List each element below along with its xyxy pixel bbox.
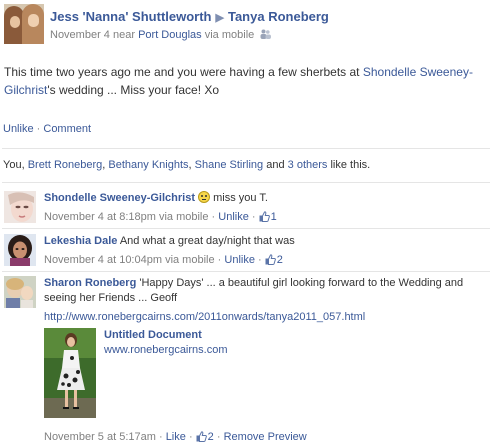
comment-author-link[interactable]: Shondelle Sweeney-Gilchrist: [44, 192, 195, 204]
post-message: This time two years ago me and you were …: [4, 63, 474, 99]
commenter-avatar[interactable]: [4, 276, 36, 308]
separator-dot: ·: [36, 123, 41, 135]
thumbs-up-icon: [265, 254, 276, 265]
comment-timestamp: November 4 at 8:18pm via mobile: [44, 211, 209, 223]
post-text-before: This time two years ago me and you were …: [4, 65, 363, 79]
divider: [2, 182, 490, 183]
separator-dot: ·: [158, 431, 163, 443]
remove-preview-button[interactable]: Remove Preview: [224, 431, 307, 443]
post-date-link[interactable]: November 4: [50, 29, 110, 41]
separator-dot: ·: [251, 211, 256, 223]
story-header: Jess 'Nanna' Shuttleworth ▶ Tanya Roneberg…: [4, 4, 488, 46]
commenter-avatar[interactable]: [4, 234, 36, 266]
link-preview: Untitled Document www.ronebergcairns.com: [44, 328, 464, 418]
arrow-right-icon: ▶: [215, 12, 224, 24]
divider: [2, 228, 490, 229]
others-link[interactable]: 3 others: [288, 159, 328, 171]
comment-unlike-button[interactable]: Unlike: [224, 254, 255, 266]
likes-you: You: [3, 159, 22, 171]
comment-text: miss you T.: [213, 192, 268, 204]
likes-count: 2: [276, 254, 283, 266]
likes-count: 2: [207, 431, 214, 443]
post-actions: Unlike · Comment: [3, 123, 91, 135]
comment-text: And what a great day/night that was: [119, 235, 295, 247]
comment-like-button[interactable]: Like: [166, 431, 186, 443]
comment-body: Shondelle Sweeney-Gilchrist miss you T. …: [44, 191, 484, 225]
recipient-link[interactable]: Tanya Roneberg: [228, 9, 329, 24]
liker-link[interactable]: Brett Roneberg: [28, 159, 103, 171]
preview-title-link[interactable]: Untitled Document: [104, 329, 202, 341]
comment-unlike-button[interactable]: Unlike: [218, 211, 249, 223]
comment-body: Lekeshia Dale And what a great day/night…: [44, 234, 484, 268]
separator-dot: ·: [188, 431, 193, 443]
author-avatar[interactable]: [4, 4, 44, 44]
separator-dot: ·: [258, 254, 262, 266]
likes-summary: You, Brett Roneberg, Bethany Knights, Sh…: [3, 159, 371, 171]
story-title: Jess 'Nanna' Shuttleworth ▶ Tanya Roneberg: [50, 9, 329, 24]
near-label: near: [112, 29, 136, 41]
comment-meta: November 4 at 8:18pm via mobile · Unlike…: [44, 210, 484, 225]
likes-count: 1: [270, 211, 277, 223]
preview-thumbnail[interactable]: [44, 328, 96, 418]
likes-suffix: like this.: [330, 159, 371, 171]
separator-dot: ·: [216, 431, 221, 443]
author-link[interactable]: Jess 'Nanna' Shuttleworth: [50, 9, 212, 24]
via-label: via mobile: [204, 29, 255, 41]
comment-timestamp: November 4 at 10:04pm via mobile: [44, 254, 215, 266]
comment-body: Sharon Roneberg 'Happy Days' ... a beaut…: [44, 276, 484, 325]
comment-timestamp: November 5 at 5:17am: [44, 431, 156, 443]
shared-url-link[interactable]: http://www.ronebergcairns.com/2011onward…: [44, 311, 365, 323]
preview-domain: www.ronebergcairns.com: [104, 344, 228, 356]
likes-and: and: [266, 159, 285, 171]
post-text-after: 's wedding ... Miss your face! Xo: [47, 83, 220, 97]
comment-meta: November 5 at 5:17am · Like · 2 · Remove…: [44, 431, 307, 443]
divider: [2, 148, 490, 149]
separator-dot: ·: [211, 211, 216, 223]
separator-dot: ·: [217, 254, 222, 266]
comment-likes-count[interactable]: 1: [259, 211, 277, 223]
story-meta: November 4 near Port Douglas via mobile: [50, 29, 272, 41]
liker-link[interactable]: Bethany Knights: [108, 159, 188, 171]
thumbs-up-icon: [259, 211, 270, 222]
smiley-emoticon-icon: [198, 191, 211, 203]
comment-likes-count[interactable]: 2: [265, 254, 283, 266]
commenter-avatar[interactable]: [4, 191, 36, 223]
friends-audience-icon[interactable]: [260, 29, 272, 39]
comment-author-link[interactable]: Sharon Roneberg: [44, 277, 136, 289]
thumbs-up-icon: [196, 431, 207, 442]
location-link[interactable]: Port Douglas: [138, 29, 202, 41]
liker-link[interactable]: Shane Stirling: [195, 159, 264, 171]
comment-meta: November 4 at 10:04pm via mobile · Unlik…: [44, 253, 484, 268]
unlike-button[interactable]: Unlike: [3, 123, 34, 135]
divider: [2, 271, 490, 272]
comment-button[interactable]: Comment: [43, 123, 91, 135]
comment-likes-count[interactable]: 2: [196, 431, 217, 443]
comment-author-link[interactable]: Lekeshia Dale: [44, 235, 117, 247]
